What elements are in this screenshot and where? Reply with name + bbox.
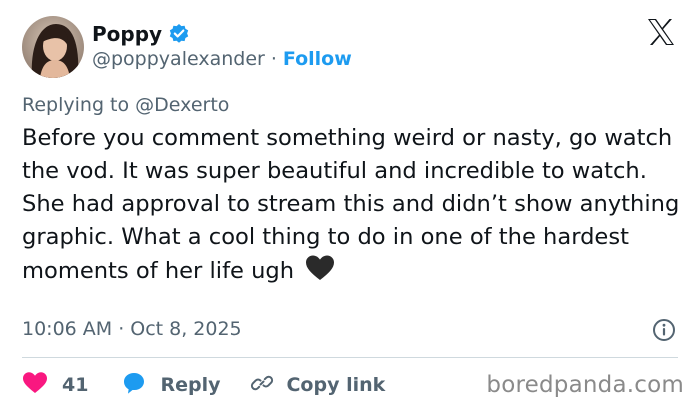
like-count: 41 bbox=[62, 374, 89, 396]
avatar[interactable] bbox=[22, 16, 84, 78]
reply-button[interactable]: Reply bbox=[122, 371, 220, 400]
tweet-text: Before you comment something weird or na… bbox=[22, 122, 682, 288]
like-button[interactable]: 41 bbox=[22, 371, 88, 400]
tweet-date[interactable]: Oct 8, 2025 bbox=[130, 318, 241, 340]
info-icon[interactable] bbox=[652, 318, 676, 342]
tweet-time[interactable]: 10:06 AM bbox=[22, 318, 112, 340]
replying-to: Replying to @Dexerto bbox=[22, 94, 229, 116]
tweet-header: Poppy @poppyalexander · Follow bbox=[22, 16, 678, 78]
link-icon bbox=[250, 371, 274, 400]
reply-label: Reply bbox=[160, 374, 221, 396]
verified-badge-icon bbox=[168, 23, 190, 45]
heart-icon bbox=[22, 371, 48, 400]
divider bbox=[22, 357, 678, 358]
meta-separator: · bbox=[118, 318, 125, 340]
copy-link-label: Copy link bbox=[286, 374, 386, 396]
watermark: boredpanda.com bbox=[486, 372, 684, 398]
follow-button[interactable]: Follow bbox=[283, 48, 352, 70]
copy-link-button[interactable]: Copy link bbox=[250, 371, 385, 400]
tweet-body: Before you comment something weird or na… bbox=[22, 125, 680, 284]
reply-bubble-icon bbox=[122, 371, 146, 400]
separator-dot: · bbox=[270, 48, 277, 70]
replying-to-label: Replying to bbox=[22, 94, 130, 116]
x-logo-icon[interactable] bbox=[646, 18, 676, 46]
tweet-timestamp[interactable]: 10:06 AM · Oct 8, 2025 bbox=[22, 318, 242, 340]
action-bar: 41 Reply Copy link bbox=[22, 370, 385, 400]
author-name[interactable]: Poppy bbox=[92, 22, 162, 46]
black-heart-icon bbox=[305, 254, 335, 282]
author-handle[interactable]: @poppyalexander bbox=[92, 48, 265, 70]
reply-mention-link[interactable]: @Dexerto bbox=[135, 94, 229, 116]
